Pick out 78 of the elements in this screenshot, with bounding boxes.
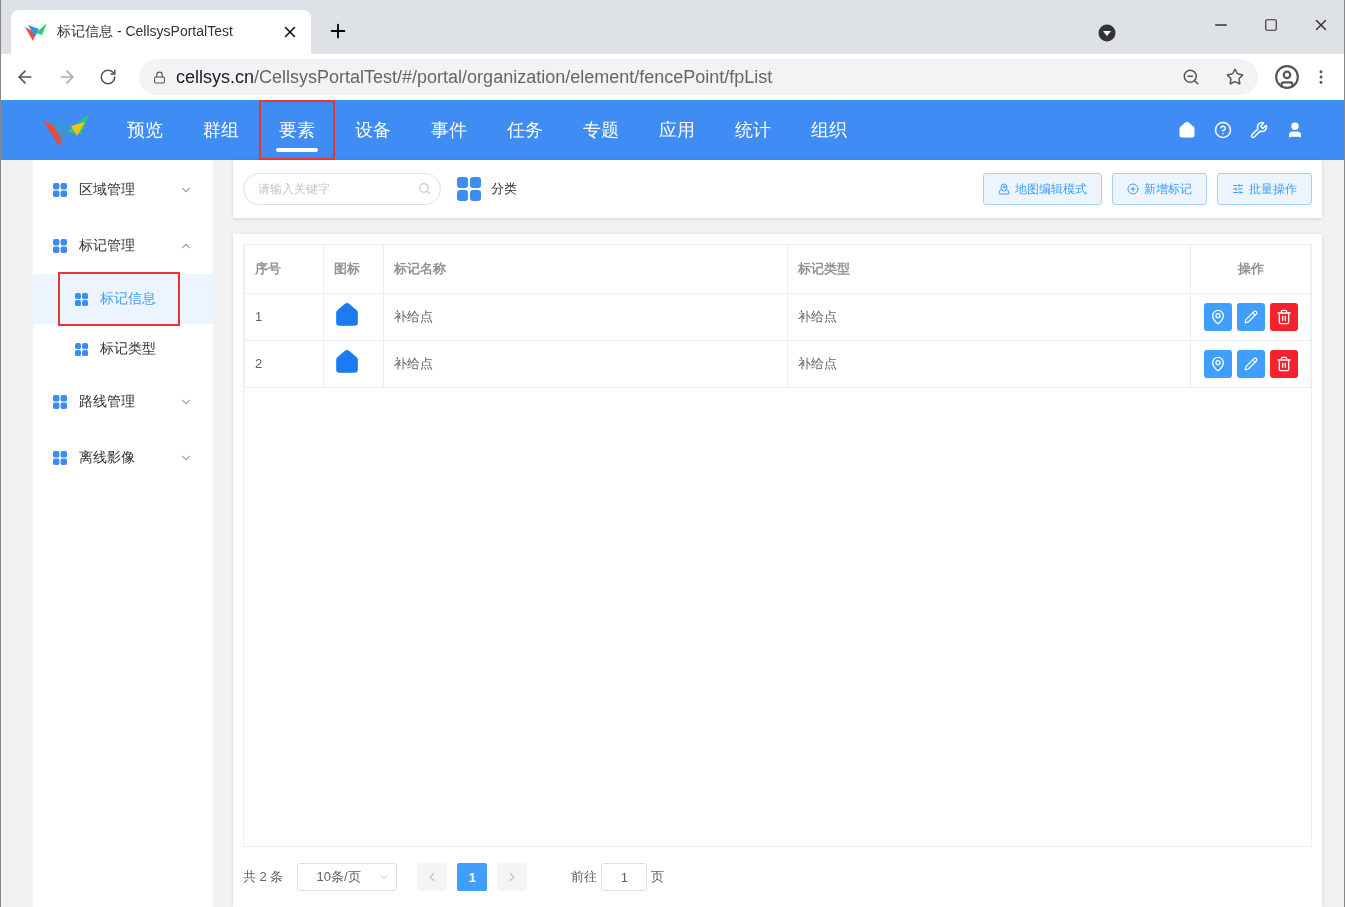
table-cell: 补给点 (787, 293, 1191, 340)
nav-tab[interactable]: 事件 (411, 100, 487, 160)
grid-icon (75, 292, 88, 306)
tab-title: 标记信息 - CellsysPortalTest (57, 23, 234, 41)
house-icon (334, 349, 360, 375)
pencil-icon (1243, 356, 1258, 371)
search-icon (418, 182, 431, 195)
delete-button[interactable] (1269, 349, 1298, 378)
nav-tab[interactable]: 设备 (335, 100, 411, 160)
locate-button[interactable] (1203, 349, 1232, 378)
nav-tab[interactable]: 应用 (639, 100, 715, 160)
star-icon[interactable] (1226, 68, 1244, 86)
grid-icon (53, 239, 67, 253)
toolbar-button[interactable]: 新增标记 (1112, 173, 1207, 205)
sidebar-group[interactable]: 标记管理 (33, 218, 213, 274)
help-icon[interactable] (1214, 121, 1232, 139)
category-label[interactable]: 分类 (491, 180, 517, 198)
edit-button[interactable] (1236, 302, 1265, 331)
url-text: cellsys.cn/CellsysPortalTest/#/portal/organization/element/fencePoint/fpList (176, 66, 774, 88)
nav-tab[interactable]: 群组 (183, 100, 259, 160)
page-unit-label: 页 (651, 868, 665, 886)
sidebar-group[interactable]: 离线影像 (33, 430, 213, 486)
page-size-select[interactable]: 10条/页 (297, 863, 398, 891)
column-header: 序号 (244, 245, 324, 293)
column-header: 标记名称 (383, 245, 787, 293)
lock-icon (153, 70, 166, 84)
column-header: 操作 (1190, 245, 1311, 293)
trash-icon (1275, 308, 1292, 325)
grid-icon (53, 395, 67, 409)
tools-icon[interactable] (1250, 121, 1268, 139)
zoom-icon[interactable] (1182, 68, 1200, 86)
column-header: 图标 (323, 245, 384, 293)
page-button[interactable]: 1 (457, 863, 488, 891)
profile-icon[interactable] (1274, 64, 1300, 90)
grid-icon (53, 183, 67, 197)
table-cell: 补给点 (787, 340, 1191, 387)
toolbar-button[interactable]: 批量操作 (1217, 173, 1312, 205)
total-count: 共 2 条 (243, 868, 284, 886)
sidebar-item[interactable]: 标记信息 (58, 272, 180, 326)
dropdown-icon[interactable] (1098, 24, 1116, 42)
map-pin-icon (998, 183, 1010, 195)
logo-icon (25, 23, 47, 41)
nav-tab[interactable]: 预览 (107, 100, 183, 160)
reload-icon[interactable] (99, 68, 117, 86)
grid-icon (457, 177, 481, 201)
sliders-icon (1232, 183, 1244, 195)
browser-tab[interactable]: 标记信息 - CellsysPortalTest (11, 10, 311, 54)
nav-tab[interactable]: 组织 (791, 100, 867, 160)
sidebar-group[interactable]: 路线管理 (33, 374, 213, 430)
table-cell: 2 (244, 340, 324, 387)
user-icon[interactable] (1286, 121, 1304, 139)
delete-button[interactable] (1269, 302, 1298, 331)
edit-button[interactable] (1236, 349, 1265, 378)
table-cell: 补给点 (383, 340, 787, 387)
pencil-icon (1243, 309, 1258, 324)
sidebar-group[interactable]: 区域管理 (33, 162, 213, 218)
address-bar[interactable]: cellsys.cn/CellsysPortalTest/#/portal/organization/element/fencePoint/fpList (139, 59, 1258, 95)
nav-tab[interactable]: 要素 (259, 100, 335, 160)
goto-label: 前往 (571, 868, 598, 886)
grid-icon (53, 451, 67, 465)
nav-tab[interactable]: 专题 (563, 100, 639, 160)
house-icon (334, 302, 360, 328)
map-pin-icon (1209, 308, 1226, 325)
nav-tab[interactable]: 任务 (487, 100, 563, 160)
search-field[interactable]: 请输入关键字 (243, 173, 441, 205)
nav-tab[interactable]: 统计 (715, 100, 791, 160)
plus-circle-icon (1127, 183, 1139, 195)
table-cell: 1 (244, 293, 324, 340)
column-header: 标记类型 (787, 245, 1191, 293)
toolbar-button[interactable]: 地图编辑模式 (983, 173, 1102, 205)
table-cell: 补给点 (383, 293, 787, 340)
maximize-icon[interactable] (1264, 18, 1278, 32)
map-pin-icon (1209, 355, 1226, 372)
grid-icon (75, 342, 88, 356)
trash-icon (1275, 355, 1292, 372)
goto-page-field[interactable]: 1 (601, 863, 648, 891)
home-icon[interactable] (1178, 121, 1196, 139)
locate-button[interactable] (1203, 302, 1232, 331)
